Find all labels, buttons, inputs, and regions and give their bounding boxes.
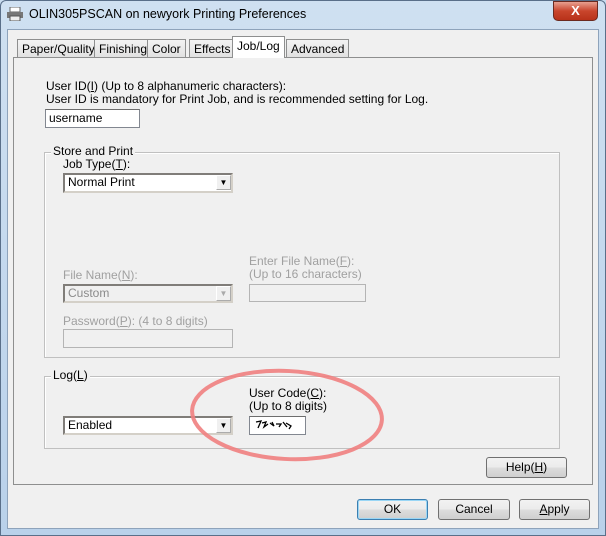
chevron-down-icon[interactable]: ▼ <box>216 418 231 433</box>
enter-file-name-input[interactable] <box>249 284 366 302</box>
enter-file-name-note: (Up to 16 characters) <box>249 267 362 281</box>
tab-color[interactable]: Color <box>147 39 186 58</box>
chevron-down-icon[interactable]: ▼ <box>216 175 231 190</box>
printer-icon <box>7 7 23 21</box>
user-code-note: (Up to 8 digits) <box>249 399 328 413</box>
help-button[interactable]: Help(H) <box>486 457 567 478</box>
tab-finishing[interactable]: Finishing <box>94 39 153 58</box>
obscured-value-scribble <box>255 420 292 430</box>
job-type-label: Job Type(T): <box>63 157 131 171</box>
tab-paper-quality[interactable]: Paper/Quality <box>17 39 100 58</box>
log-legend: Log(L) <box>51 368 90 382</box>
chevron-down-icon[interactable]: ▼ <box>216 286 231 301</box>
close-button[interactable]: X <box>553 1 598 21</box>
ok-button[interactable]: OK <box>357 499 428 520</box>
password-label: Password(P): (4 to 8 digits) <box>63 314 208 328</box>
apply-button[interactable]: Apply <box>519 499 590 520</box>
file-name-label: File Name(N): <box>63 268 138 282</box>
job-type-select[interactable]: Normal Print ▼ <box>63 173 233 193</box>
user-id-note: User ID is mandatory for Print Job, and … <box>46 92 429 106</box>
file-name-select[interactable]: Custom ▼ <box>63 284 233 303</box>
password-input[interactable] <box>63 329 233 348</box>
file-name-value: Custom <box>68 286 110 300</box>
window-title: OLIN305PSCAN on newyork Printing Prefere… <box>29 7 307 21</box>
job-type-value: Normal Print <box>68 175 135 189</box>
tab-advanced[interactable]: Advanced <box>286 39 350 58</box>
tab-effects[interactable]: Effects <box>189 39 236 58</box>
user-id-input[interactable]: username <box>45 109 140 128</box>
log-value: Enabled <box>68 418 113 432</box>
log-select[interactable]: Enabled ▼ <box>63 416 233 435</box>
cancel-button[interactable]: Cancel <box>438 499 510 520</box>
tab-job-log[interactable]: Job/Log <box>232 36 285 58</box>
user-code-input[interactable] <box>249 416 306 435</box>
